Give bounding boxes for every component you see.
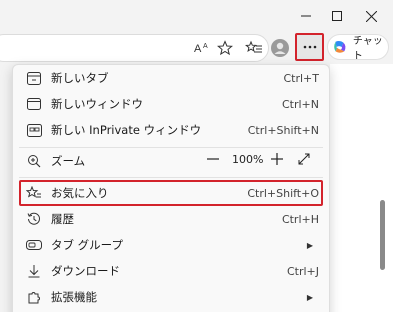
menu-item-shortcut: Ctrl+H bbox=[281, 212, 319, 226]
minus-icon bbox=[207, 158, 219, 160]
page-content bbox=[330, 64, 393, 312]
maximize-button[interactable] bbox=[323, 4, 351, 28]
star-icon bbox=[217, 40, 233, 56]
menu-item-favorites[interactable]: お気に入り Ctrl+Shift+O bbox=[13, 180, 329, 206]
close-icon bbox=[365, 10, 377, 22]
menu-item-tab-groups[interactable]: タブ グループ ▶ bbox=[13, 232, 329, 258]
menu-item-new-tab[interactable]: 新しいタブ Ctrl+T bbox=[13, 65, 329, 91]
favorites-icon bbox=[26, 185, 42, 201]
menu-item-label: 新しい InPrivate ウィンドウ bbox=[51, 123, 202, 137]
fullscreen-icon bbox=[298, 153, 310, 165]
menu-item-shortcut: Ctrl+N bbox=[281, 97, 319, 111]
favorites-list-icon bbox=[245, 40, 262, 53]
menu-item-shortcut: Ctrl+J bbox=[286, 264, 319, 278]
minimize-icon bbox=[301, 15, 311, 17]
plus-icon bbox=[271, 153, 283, 165]
menu-item-label: 新しいウィンドウ bbox=[51, 97, 143, 111]
read-aloud-icon: A A bbox=[194, 43, 208, 55]
menu-item-shortcut: Ctrl+Shift+O bbox=[247, 186, 319, 200]
download-icon bbox=[26, 263, 42, 279]
maximize-icon bbox=[332, 11, 342, 21]
svg-text:A: A bbox=[194, 43, 202, 55]
settings-menu: 新しいタブ Ctrl+T 新しいウィンドウ Ctrl+N 新しい InPriva… bbox=[12, 64, 330, 312]
history-icon bbox=[26, 211, 42, 227]
menu-item-zoom: ズーム 100% bbox=[13, 148, 329, 174]
copilot-chat-button[interactable]: チャット bbox=[327, 34, 389, 62]
scrollbar-thumb[interactable] bbox=[380, 200, 385, 270]
add-favorite-button[interactable] bbox=[214, 37, 236, 59]
read-aloud-button[interactable]: A A bbox=[192, 37, 214, 59]
inprivate-icon bbox=[26, 122, 42, 138]
avatar bbox=[271, 39, 289, 57]
extensions-icon bbox=[26, 289, 42, 305]
menu-item-new-window[interactable]: 新しいウィンドウ Ctrl+N bbox=[13, 91, 329, 117]
menu-item-shortcut: Ctrl+T bbox=[283, 71, 319, 85]
settings-and-more-button[interactable] bbox=[295, 33, 324, 61]
menu-item-label: タブ グループ bbox=[51, 238, 123, 252]
svg-text:A: A bbox=[203, 43, 208, 50]
menu-item-label: 新しいタブ bbox=[51, 71, 109, 85]
zoom-icon bbox=[26, 153, 42, 169]
new-window-icon bbox=[26, 96, 42, 112]
menu-item-history[interactable]: 履歴 Ctrl+H bbox=[13, 206, 329, 232]
close-button[interactable] bbox=[357, 4, 385, 28]
menu-item-label: ダウンロード bbox=[51, 264, 120, 278]
favorites-button[interactable] bbox=[243, 37, 265, 59]
zoom-in-button[interactable] bbox=[271, 153, 283, 168]
more-icon bbox=[303, 45, 316, 49]
minimize-button[interactable] bbox=[292, 4, 320, 28]
submenu-arrow-icon: ▶ bbox=[306, 292, 313, 302]
zoom-label: ズーム bbox=[51, 154, 86, 168]
menu-item-label: お気に入り bbox=[51, 186, 109, 200]
menu-item-downloads[interactable]: ダウンロード Ctrl+J bbox=[13, 258, 329, 284]
zoom-level: 100% bbox=[232, 153, 264, 166]
profile-button[interactable] bbox=[269, 37, 291, 59]
menu-item-extensions[interactable]: 拡張機能 ▶ bbox=[13, 284, 329, 310]
new-tab-icon bbox=[26, 70, 42, 86]
menu-item-label: 拡張機能 bbox=[51, 290, 97, 304]
menu-divider bbox=[19, 177, 323, 178]
fullscreen-button[interactable] bbox=[298, 153, 310, 168]
menu-item-shortcut: Ctrl+Shift+N bbox=[247, 123, 319, 137]
menu-item-label: 履歴 bbox=[51, 212, 74, 226]
title-bar bbox=[0, 0, 393, 32]
submenu-arrow-icon: ▶ bbox=[306, 240, 313, 250]
menu-item-inprivate-window[interactable]: 新しい InPrivate ウィンドウ Ctrl+Shift+N bbox=[13, 117, 329, 143]
zoom-out-button[interactable] bbox=[207, 153, 219, 168]
tab-groups-icon bbox=[26, 237, 42, 253]
chat-label: チャット bbox=[352, 36, 383, 62]
copilot-icon bbox=[334, 41, 346, 53]
